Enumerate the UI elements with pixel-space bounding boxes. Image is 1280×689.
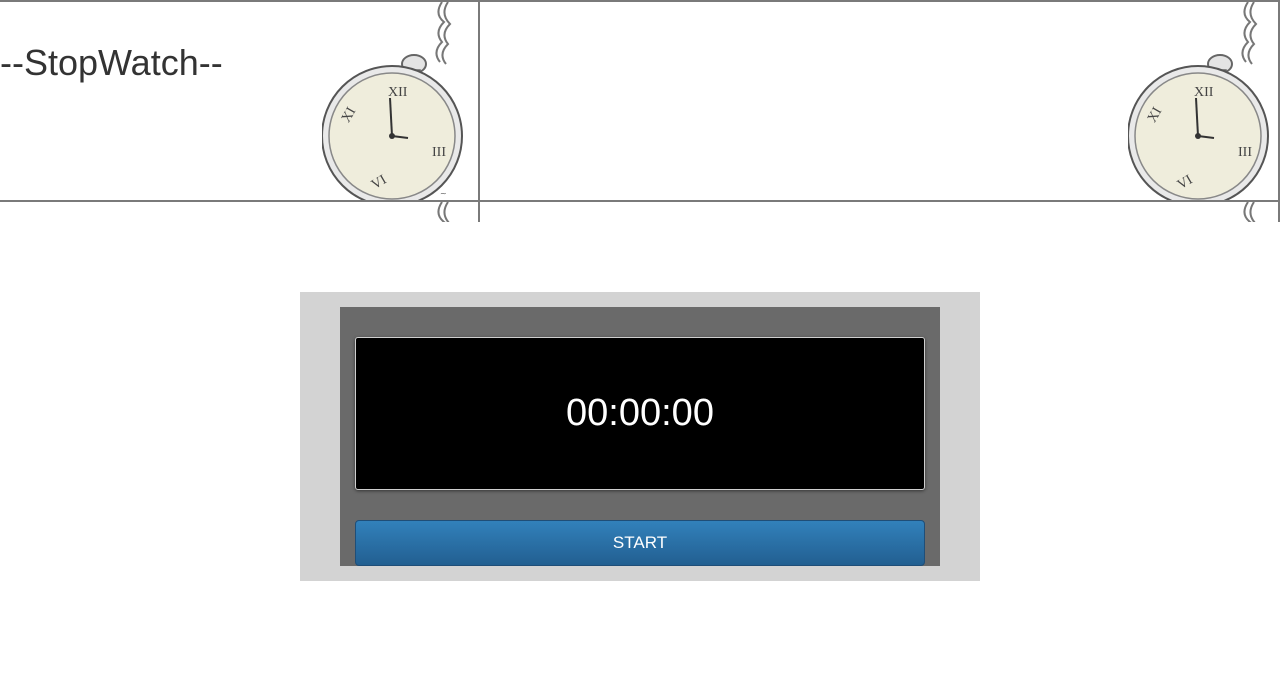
svg-text:~: ~ — [440, 189, 447, 198]
banner-tile — [480, 200, 1280, 222]
banner-tile: XII III XI VI ~ --StopWatch-- — [0, 0, 480, 200]
start-button[interactable]: START — [355, 520, 925, 566]
banner-tile: XII III XI VI — [480, 0, 1280, 200]
pocket-watch-icon: XII III XI VI — [1128, 2, 1269, 200]
pocket-watch-icon — [1243, 202, 1256, 222]
pocket-watch-icon — [437, 202, 450, 222]
header-banner: XII III XI VI ~ --StopWatch-- XII III XI… — [0, 0, 1280, 222]
page-title: --StopWatch-- — [0, 42, 223, 83]
stopwatch-panel: 00:00:00 START — [300, 292, 980, 581]
stopwatch-body: 00:00:00 START — [340, 307, 940, 566]
banner-tile — [0, 200, 480, 222]
svg-text:XII: XII — [1194, 85, 1214, 100]
svg-text:III: III — [432, 145, 446, 160]
svg-text:III: III — [1238, 145, 1252, 160]
svg-text:XII: XII — [388, 85, 408, 100]
pocket-watch-icon: XII III XI VI ~ — [322, 2, 463, 200]
time-readout: 00:00:00 — [566, 392, 714, 434]
time-display: 00:00:00 — [355, 337, 925, 490]
